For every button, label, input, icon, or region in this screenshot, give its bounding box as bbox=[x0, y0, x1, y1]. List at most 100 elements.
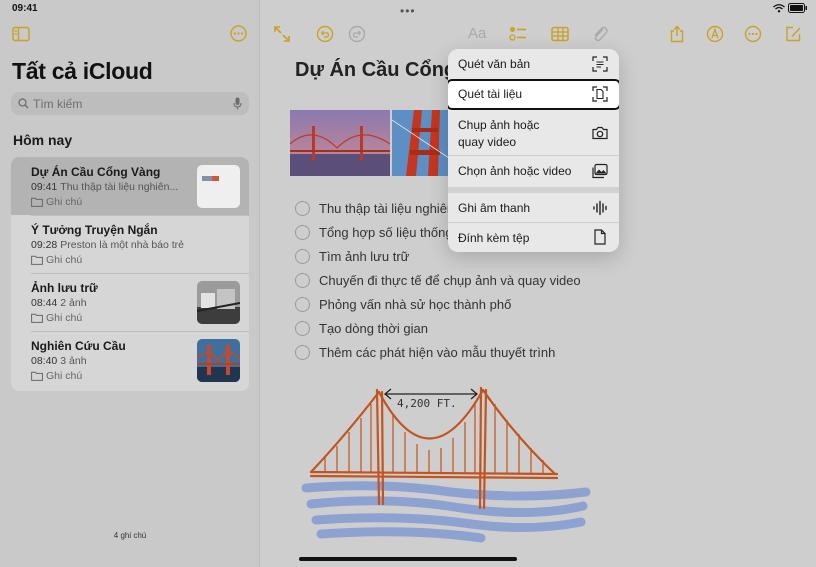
note-time: 08:44 bbox=[31, 297, 58, 309]
photo-library-icon bbox=[592, 163, 608, 179]
menu-item-label-line2: quay video bbox=[458, 135, 517, 149]
menu-item-label: Ghi âm thanh bbox=[458, 201, 531, 215]
notes-list: Dự Án Cầu Cổng Vàng 09:41 Thu thập tài li… bbox=[11, 157, 249, 391]
checkbox[interactable] bbox=[295, 249, 310, 264]
more-options-icon[interactable] bbox=[230, 25, 247, 42]
menu-item-attach-file[interactable]: Đính kèm tệp bbox=[448, 223, 619, 252]
menu-item-label: Chụp ảnh hoặc quay video bbox=[458, 117, 539, 151]
note-preview: Preston là một nhà báo trẻ bbox=[60, 239, 185, 251]
checklist-text: Tạo dòng thời gian bbox=[319, 321, 428, 336]
checklist-text: Thu thập tài liệu nghiên bbox=[319, 201, 455, 216]
thumbnail-image-mini-2 bbox=[212, 176, 219, 181]
note-meta: 09:28 Preston là một nhà báo trẻ bbox=[31, 239, 184, 251]
menu-item-scan-text[interactable]: Quét văn bản bbox=[448, 49, 619, 79]
note-time: 09:41 bbox=[31, 181, 58, 193]
menu-item-label: Quét văn bản bbox=[458, 57, 531, 71]
menu-item-label: Chọn ảnh hoặc video bbox=[458, 164, 572, 178]
menu-item-label: Đính kèm tệp bbox=[458, 231, 530, 245]
document-icon bbox=[594, 229, 606, 245]
paperclip-icon[interactable] bbox=[591, 25, 609, 43]
checklist-text: Tìm ảnh lưu trữ bbox=[319, 249, 410, 264]
note-heading[interactable]: Dự Án Cầu Cổng bbox=[295, 59, 456, 82]
menu-item-label-line1: Chụp ảnh hoặc bbox=[458, 118, 540, 132]
share-icon[interactable] bbox=[668, 25, 686, 43]
more-options-icon[interactable] bbox=[744, 25, 762, 43]
menu-item-take-photo-or-video[interactable]: Chụp ảnh hoặc quay video bbox=[448, 110, 619, 156]
folder-icon bbox=[31, 197, 43, 207]
checklist-text: Thêm các phát hiện vào mẫu thuyết trình bbox=[319, 345, 556, 360]
note-title: Nghiên Cứu Cầu bbox=[31, 339, 126, 353]
note-count: 4 ghi chú bbox=[113, 531, 147, 540]
note-folder-label: Ghi chú bbox=[46, 254, 83, 266]
expand-icon[interactable] bbox=[273, 25, 291, 43]
note-thumbnail bbox=[197, 165, 240, 208]
microphone-icon[interactable] bbox=[233, 97, 242, 110]
note-meta: 09:41 Thu thập tài liệu nghiên... bbox=[31, 181, 178, 193]
note-folder: Ghi chú bbox=[31, 196, 82, 208]
note-time: 08:40 bbox=[31, 355, 58, 367]
redo-icon[interactable] bbox=[348, 25, 366, 43]
sketch-label: 4,200 FT. bbox=[397, 397, 457, 410]
folder-icon bbox=[31, 371, 43, 381]
menu-item-choose-photo-or-video[interactable]: Chọn ảnh hoặc video bbox=[448, 156, 619, 187]
note-meta: 08:44 2 ảnh bbox=[31, 297, 87, 309]
note-folder-label: Ghi chú bbox=[46, 312, 83, 324]
undo-icon[interactable] bbox=[316, 25, 334, 43]
waveform-icon bbox=[593, 200, 607, 216]
wifi-icon bbox=[773, 4, 785, 13]
search-icon bbox=[18, 98, 29, 109]
checkbox[interactable] bbox=[295, 321, 310, 336]
note-meta: 08:40 3 ảnh bbox=[31, 355, 87, 367]
format-text-button[interactable]: Aa bbox=[468, 25, 486, 42]
checkbox[interactable] bbox=[295, 201, 310, 216]
new-note-icon[interactable] bbox=[784, 25, 802, 43]
note-row-short-story[interactable]: Ý Tưởng Truyện Ngắn 09:28 Preston là một … bbox=[11, 215, 249, 273]
note-title: Ảnh lưu trữ bbox=[31, 281, 98, 295]
checkbox[interactable] bbox=[295, 273, 310, 288]
thumbnail-image-mini bbox=[202, 176, 212, 181]
section-header-today: Hôm nay bbox=[13, 132, 73, 148]
scan-document-icon bbox=[592, 86, 608, 102]
checklist-text: Phỏng vấn nhà sử học thành phố bbox=[319, 297, 512, 312]
checklist-icon[interactable] bbox=[509, 25, 527, 43]
note-thumbnail bbox=[197, 339, 240, 382]
note-folder-label: Ghi chú bbox=[46, 370, 83, 382]
folder-title: Tất cả iCloud bbox=[12, 58, 153, 84]
divider bbox=[31, 331, 249, 332]
note-folder-label: Ghi chú bbox=[46, 196, 83, 208]
home-indicator[interactable] bbox=[299, 557, 517, 561]
note-row-bridge-research[interactable]: Nghiên Cứu Cầu 08:40 3 ảnh Ghi chú bbox=[11, 331, 249, 389]
checkbox[interactable] bbox=[295, 345, 310, 360]
camera-icon bbox=[592, 126, 608, 140]
search-field[interactable]: Tìm kiếm bbox=[11, 92, 249, 115]
note-folder: Ghi chú bbox=[31, 254, 82, 266]
note-title: Dự Án Cầu Cổng Vàng bbox=[31, 165, 161, 179]
note-folder: Ghi chú bbox=[31, 312, 82, 324]
bridge-photo-sunset[interactable] bbox=[290, 110, 390, 176]
menu-item-record-audio[interactable]: Ghi âm thanh bbox=[448, 193, 619, 223]
bridge-photo-tower[interactable] bbox=[392, 110, 452, 176]
checkbox[interactable] bbox=[295, 225, 310, 240]
toggle-sidebar-icon[interactable] bbox=[12, 26, 30, 42]
folder-icon bbox=[31, 255, 43, 265]
divider bbox=[31, 273, 249, 274]
checklist-text: Tổng hợp số liệu thống bbox=[319, 225, 453, 240]
note-preview: Thu thập tài liệu nghiên... bbox=[60, 181, 179, 193]
bridge-sketch-drawing[interactable]: 4,200 FT. bbox=[301, 376, 601, 556]
sidebar: 09:41 Tất cả iCloud Tìm kiếm Hôm nay Dự … bbox=[0, 0, 260, 567]
note-preview: 3 ảnh bbox=[60, 355, 87, 367]
checklist-text: Chuyến đi thực tế để chụp ảnh và quay vi… bbox=[319, 273, 581, 288]
menu-item-label: Quét tài liệu bbox=[458, 87, 523, 101]
note-preview: 2 ảnh bbox=[60, 297, 87, 309]
search-placeholder: Tìm kiếm bbox=[33, 97, 83, 111]
table-icon[interactable] bbox=[551, 25, 569, 43]
multitasking-dots[interactable]: ••• bbox=[400, 4, 416, 18]
note-row-archive-photos[interactable]: Ảnh lưu trữ 08:44 2 ảnh Ghi chú bbox=[11, 273, 249, 331]
note-thumbnail bbox=[197, 281, 240, 324]
checkbox[interactable] bbox=[295, 297, 310, 312]
menu-item-scan-document[interactable]: Quét tài liệu bbox=[448, 79, 619, 110]
note-row-golden-gate[interactable]: Dự Án Cầu Cổng Vàng 09:41 Thu thập tài li… bbox=[11, 157, 249, 215]
battery-icon bbox=[788, 3, 807, 13]
markup-pen-icon[interactable] bbox=[706, 25, 724, 43]
note-title: Ý Tưởng Truyện Ngắn bbox=[31, 223, 158, 237]
